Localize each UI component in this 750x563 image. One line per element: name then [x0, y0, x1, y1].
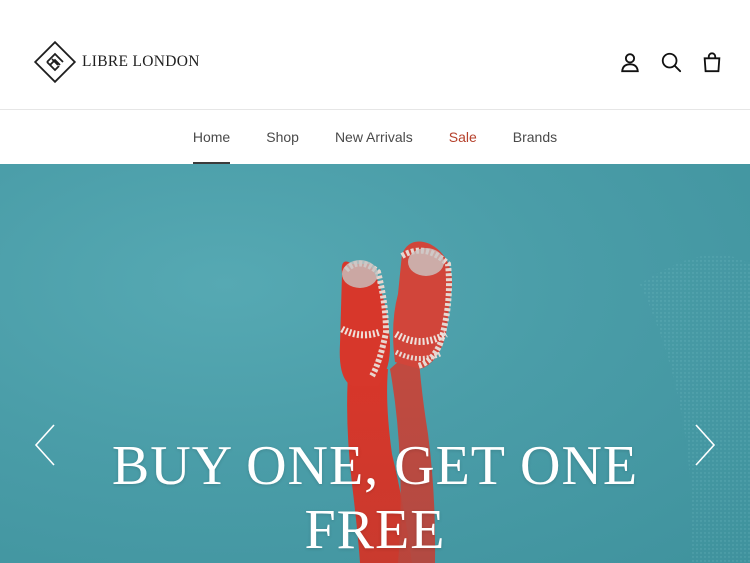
search-icon[interactable] [659, 50, 683, 74]
cart-icon[interactable] [700, 50, 724, 74]
site-header: LIBRE LONDON [0, 0, 750, 110]
hero-headline-line2: FREE [304, 499, 446, 561]
nav-item-home[interactable]: Home [192, 110, 231, 164]
brand-logo[interactable]: LIBRE LONDON [30, 37, 200, 87]
account-icon[interactable] [618, 50, 642, 74]
nav-item-brands[interactable]: Brands [513, 110, 557, 164]
brand-name: LIBRE LONDON [82, 53, 200, 70]
nav-item-sale[interactable]: Sale [449, 110, 477, 164]
header-actions [601, 50, 724, 74]
hero-banner[interactable]: BUY ONE, GET ONE FREE [0, 164, 750, 563]
nav-item-new-arrivals[interactable]: New Arrivals [335, 110, 413, 164]
logo-mark-icon [33, 40, 77, 84]
main-nav: Home Shop New Arrivals Sale Brands [0, 110, 750, 164]
hero-headline-line1: BUY ONE, GET ONE [111, 435, 639, 497]
nav-item-shop[interactable]: Shop [266, 110, 299, 164]
hero-headline: BUY ONE, GET ONE FREE [0, 434, 750, 562]
